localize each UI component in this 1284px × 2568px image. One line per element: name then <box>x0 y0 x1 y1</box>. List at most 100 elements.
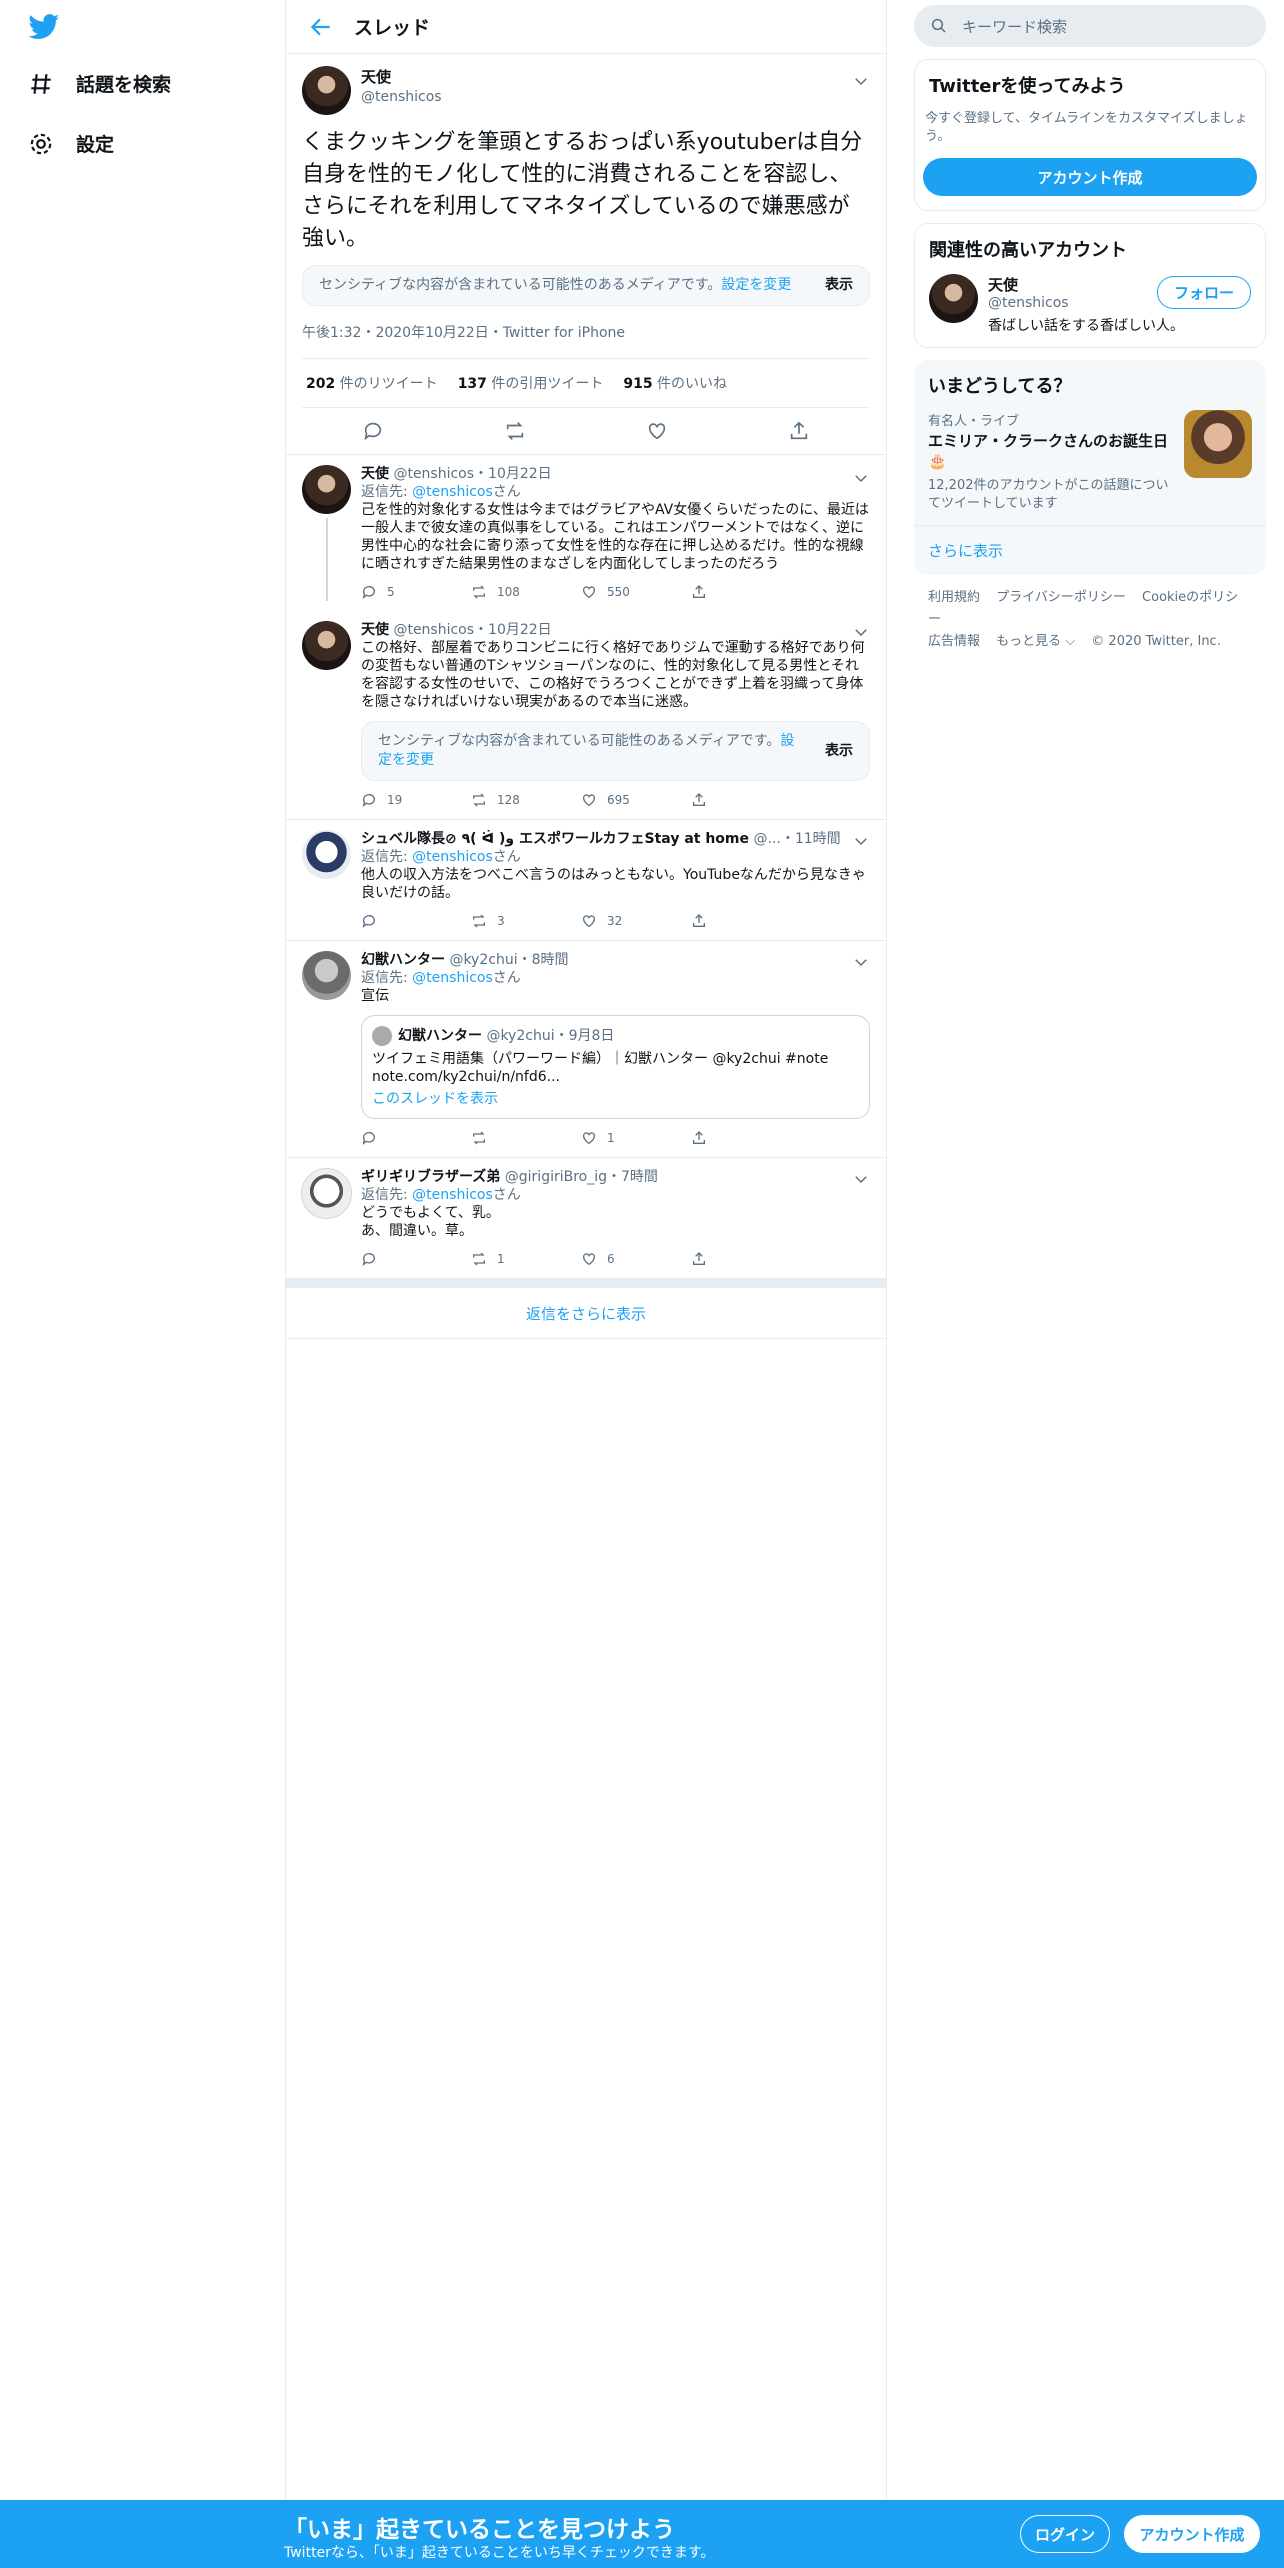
author-name[interactable]: シュベル隊長⊘ ٩( ᐛ )و エスポワールカフェStay at home <box>361 831 749 847</box>
reply-tweet[interactable]: 幻獣ハンター @ky2chui・8時間 返信先: @tenshicosさん 宣伝… <box>286 941 886 1158</box>
tweet-time[interactable]: ・11時間 <box>781 831 841 847</box>
thread-tweet[interactable]: 天使 @tenshicos・10月22日 返信先: @tenshicosさん 己… <box>286 455 886 611</box>
account-name[interactable]: 天使 <box>988 274 1184 295</box>
like-button[interactable]: 6 <box>581 1250 691 1268</box>
tweet-time[interactable]: ・7時間 <box>607 1169 658 1185</box>
trend-title: エミリア・クラークさんのお誕生日🎂 <box>928 432 1169 470</box>
share-icon <box>693 1131 705 1144</box>
avatar[interactable] <box>302 830 351 879</box>
retweet-icon[interactable] <box>504 420 526 442</box>
change-settings-link[interactable]: 設定を変更 <box>721 277 791 293</box>
chevron-down-icon[interactable] <box>852 1170 870 1188</box>
nav-settings-label: 設定 <box>76 134 115 156</box>
back-arrow-icon[interactable] <box>308 14 334 40</box>
terms-link[interactable]: 利用規約 <box>928 590 980 605</box>
reply-button[interactable]: 5 <box>361 583 471 601</box>
create-account-button[interactable]: アカウント作成 <box>923 158 1257 196</box>
share-button[interactable] <box>691 583 801 601</box>
tweet-time[interactable]: ・10月22日 <box>474 466 552 482</box>
tweet-meta[interactable]: 午後1:32・2020年10月22日・Twitter for iPhone <box>302 306 870 359</box>
more-link[interactable]: もっと見る ⌵ <box>996 634 1075 649</box>
author-handle[interactable]: @tenshicos <box>361 89 442 105</box>
retweet-button[interactable]: 128 <box>471 791 581 809</box>
show-more-replies-button[interactable]: 返信をさらに表示 <box>286 1278 886 1339</box>
reply-tweet[interactable]: シュベル隊長⊘ ٩( ᐛ )و エスポワールカフェStay at home @.… <box>286 820 886 941</box>
show-media-button[interactable]: 表示 <box>825 742 853 761</box>
like-button[interactable]: 695 <box>581 791 691 809</box>
share-button[interactable] <box>691 912 801 930</box>
author-handle[interactable]: @tenshicos <box>393 466 474 482</box>
search-placeholder: キーワード検索 <box>962 17 1068 36</box>
author-name[interactable]: 天使 <box>361 66 442 87</box>
avatar[interactable] <box>302 621 351 670</box>
like-button[interactable]: 550 <box>581 583 691 601</box>
author-handle[interactable]: @... <box>753 831 780 847</box>
author-handle[interactable]: @tenshicos <box>393 622 474 638</box>
twitter-logo-icon[interactable] <box>28 14 60 40</box>
like-button[interactable]: 1 <box>581 1129 691 1147</box>
privacy-link[interactable]: プライバシーポリシー <box>996 590 1126 605</box>
share-button[interactable] <box>691 1129 801 1147</box>
retweet-button[interactable]: 108 <box>471 583 581 601</box>
avatar[interactable] <box>301 1168 352 1219</box>
show-more-link[interactable]: さらに表示 <box>914 526 1266 575</box>
chevron-down-icon[interactable] <box>852 72 870 90</box>
like-button[interactable]: 32 <box>581 912 691 930</box>
retweet-button[interactable]: 3 <box>471 912 581 930</box>
login-button[interactable]: ログイン <box>1020 2515 1110 2553</box>
quoted-tweet[interactable]: 幻獣ハンター @ky2chui・9月8日 ツイフェミ用語集（パワーワード編）｜幻… <box>361 1015 870 1119</box>
reply-to-link[interactable]: @tenshicos <box>412 970 493 986</box>
avatar[interactable] <box>302 66 351 115</box>
thread-header: スレッド <box>286 0 886 54</box>
nav-explore-label: 話題を検索 <box>76 74 172 96</box>
reply-to-link[interactable]: @tenshicos <box>412 484 493 500</box>
share-button[interactable] <box>691 791 801 809</box>
show-thread-link[interactable]: このスレッドを表示 <box>372 1090 859 1108</box>
reply-button[interactable] <box>361 912 471 930</box>
signup-button[interactable]: アカウント作成 <box>1124 2515 1260 2553</box>
author-name[interactable]: 幻獣ハンター <box>361 952 445 968</box>
author-name[interactable]: ギリギリブラザーズ弟 <box>361 1169 500 1185</box>
follow-button[interactable]: フォロー <box>1156 276 1251 309</box>
reply-to-link[interactable]: @tenshicos <box>412 849 493 865</box>
reply-tweet[interactable]: ギリギリブラザーズ弟 @girigiriBro_ig・7時間 返信先: @ten… <box>286 1158 886 1278</box>
reply-button[interactable] <box>361 1250 471 1268</box>
show-media-button[interactable]: 表示 <box>825 276 853 295</box>
like-icon[interactable] <box>646 420 668 442</box>
tweet-time[interactable]: ・8時間 <box>518 952 569 968</box>
nav-explore[interactable]: 話題を検索 <box>28 70 171 97</box>
trends-title: いまどうしてる？ <box>928 376 1072 397</box>
chevron-down-icon[interactable] <box>852 469 870 487</box>
avatar[interactable] <box>302 465 351 514</box>
share-icon[interactable] <box>788 420 810 442</box>
chevron-down-icon[interactable] <box>852 623 870 641</box>
retweet-stat[interactable]: 202 件のリツイート <box>306 373 438 393</box>
search-input[interactable]: キーワード検索 <box>914 5 1266 47</box>
reply-to-link[interactable]: @tenshicos <box>412 1187 493 1203</box>
author-handle[interactable]: @ky2chui <box>449 952 517 968</box>
author-name[interactable]: 天使 <box>361 466 389 482</box>
avatar[interactable] <box>929 274 978 323</box>
retweet-button[interactable]: 1 <box>471 1250 581 1268</box>
share-button[interactable] <box>691 1250 801 1268</box>
reply-button[interactable]: 19 <box>361 791 471 809</box>
like-stat[interactable]: 915 件のいいね <box>623 373 727 393</box>
nav-settings[interactable]: 設定 <box>28 130 114 157</box>
author-handle[interactable]: @girigiriBro_ig <box>505 1169 607 1185</box>
chevron-down-icon[interactable] <box>852 953 870 971</box>
trend-item[interactable]: 有名人・ライブ エミリア・クラークさんのお誕生日🎂 12,202件のアカウントが… <box>914 410 1266 526</box>
author-name[interactable]: 天使 <box>361 622 389 638</box>
quote-stat[interactable]: 137 件の引用ツイート <box>458 373 604 393</box>
avatar[interactable] <box>302 951 351 1000</box>
related-account[interactable]: 天使 @tenshicos 香ばしい話をする香ばしい人。 フォロー <box>915 274 1265 347</box>
retweet-button[interactable] <box>471 1129 581 1147</box>
reply-icon[interactable] <box>362 420 384 442</box>
reply-button[interactable] <box>361 1129 471 1147</box>
chevron-down-icon[interactable] <box>852 832 870 850</box>
hashtag-icon <box>31 73 51 94</box>
account-handle[interactable]: @tenshicos <box>988 295 1184 311</box>
like-icon <box>583 586 595 599</box>
tweet-time[interactable]: ・10月22日 <box>474 622 552 638</box>
ads-link[interactable]: 広告情報 <box>928 634 980 649</box>
thread-tweet[interactable]: 天使 @tenshicos・10月22日 この格好、部屋着でありコンビニに行く格… <box>286 611 886 820</box>
